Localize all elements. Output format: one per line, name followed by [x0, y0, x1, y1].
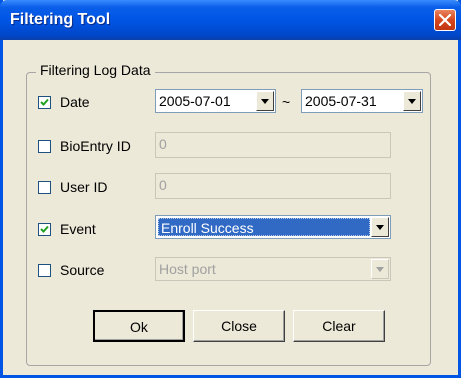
window-title: Filtering Tool — [10, 11, 111, 28]
event-label: Event — [60, 221, 96, 237]
user-id-label: User ID — [60, 179, 108, 195]
date-to-dropdown-button[interactable] — [403, 91, 421, 111]
chevron-down-icon — [261, 99, 269, 104]
event-dropdown-button[interactable] — [371, 217, 389, 237]
source-label: Source — [60, 262, 105, 278]
bioentry-id-input[interactable] — [159, 136, 359, 152]
date-from-value: 2005-07-01 — [159, 93, 231, 109]
date-from-dropdown[interactable]: 2005-07-01 — [155, 89, 276, 113]
user-id-field[interactable] — [155, 173, 391, 199]
date-checkbox[interactable]: Date — [38, 93, 90, 111]
user-id-checkbox[interactable]: User ID — [38, 178, 107, 196]
date-range-separator: ~ — [282, 94, 291, 110]
date-to-value: 2005-07-31 — [305, 93, 377, 109]
checkmark-icon — [40, 98, 49, 106]
event-selected-value: Enroll Success — [158, 218, 370, 236]
event-value: Enroll Success — [161, 220, 254, 236]
chevron-down-icon — [376, 225, 384, 230]
source-checkbox-box[interactable] — [38, 263, 51, 277]
title-bar[interactable]: Filtering Tool — [0, 0, 461, 40]
date-to-dropdown[interactable]: 2005-07-31 — [301, 89, 423, 113]
close-window-button[interactable] — [434, 9, 456, 31]
event-checkbox-box[interactable] — [38, 222, 51, 236]
date-label: Date — [60, 94, 90, 110]
ok-button[interactable]: Ok — [93, 310, 185, 342]
chevron-down-icon — [408, 99, 416, 104]
clear-button[interactable]: Clear — [293, 310, 385, 342]
bioentry-id-label: BioEntry ID — [60, 138, 131, 154]
checkmark-icon — [40, 225, 49, 233]
date-checkbox-box[interactable] — [38, 95, 51, 109]
close-button[interactable]: Close — [193, 310, 285, 342]
source-checkbox[interactable]: Source — [38, 261, 104, 279]
source-dropdown-button[interactable] — [371, 259, 389, 279]
bioentry-id-checkbox[interactable]: BioEntry ID — [38, 137, 131, 155]
user-id-input[interactable] — [159, 177, 359, 193]
user-id-checkbox-box[interactable] — [38, 180, 51, 194]
source-value: Host port — [159, 261, 216, 277]
bioentry-id-checkbox-box[interactable] — [38, 139, 51, 153]
source-dropdown[interactable]: Host port — [155, 257, 391, 281]
event-checkbox[interactable]: Event — [38, 220, 96, 238]
event-dropdown[interactable]: Enroll Success — [155, 215, 391, 239]
bioentry-id-field[interactable] — [155, 132, 391, 158]
date-from-dropdown-button[interactable] — [256, 91, 274, 111]
chevron-down-icon — [376, 267, 384, 272]
close-icon — [439, 14, 451, 26]
group-legend: Filtering Log Data — [36, 62, 155, 78]
